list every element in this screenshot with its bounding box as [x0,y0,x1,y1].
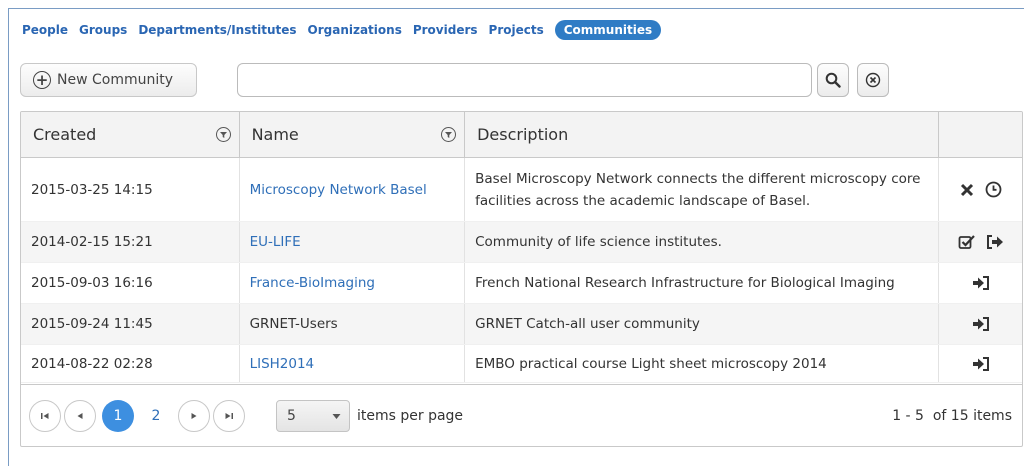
column-description-label: Description [477,125,569,144]
top-nav: People Groups Departments/Institutes Org… [22,19,662,41]
grid-header: Created Name Description [21,112,1022,158]
clear-circle-icon [865,72,881,88]
page-size-value: 5 [287,408,296,424]
checked-box-icon[interactable] [958,234,976,250]
new-community-button[interactable]: + New Community [20,63,197,97]
column-description[interactable]: Description [465,112,940,157]
plus-circle-icon: + [33,71,51,89]
cell-created: 2015-09-24 11:45 [21,304,240,344]
first-page-icon [41,413,49,419]
page-2-button[interactable]: 2 [140,400,172,432]
cell-actions [939,345,1022,382]
cell-description: EMBO practical course Light sheet micros… [465,345,940,382]
nav-communities[interactable]: Communities [554,20,662,40]
cell-created: 2014-02-15 15:21 [21,222,240,262]
filter-icon[interactable] [215,127,231,142]
nav-projects[interactable]: Projects [489,23,544,37]
column-name[interactable]: Name [240,112,466,157]
cell-created: 2014-08-22 02:28 [21,345,240,382]
next-page-button[interactable] [178,400,210,432]
cell-description: GRNET Catch-all user community [465,304,940,344]
first-page-button[interactable] [29,400,61,432]
community-link[interactable]: Microscopy Network Basel [250,182,427,198]
table-row: 2014-02-15 15:21 EU-LIFE Community of li… [21,222,1022,263]
cell-name: France-BioImaging [240,263,466,303]
search-icon [825,72,841,88]
cell-actions [939,263,1022,303]
cell-actions [939,158,1022,221]
pager-info: 1 - 5 of 15 items [892,408,1012,424]
last-page-button[interactable] [213,400,245,432]
column-actions [939,112,1022,157]
cell-name: Microscopy Network Basel [240,158,466,221]
nav-people[interactable]: People [22,23,68,37]
page-size-select[interactable]: 5 [276,400,350,432]
nav-providers[interactable]: Providers [413,23,478,37]
sign-in-icon[interactable] [972,316,990,332]
clock-icon[interactable] [985,181,1002,198]
last-page-icon [225,413,233,419]
table-row: 2015-03-25 14:15 Microscopy Network Base… [21,158,1022,222]
cell-actions [939,304,1022,344]
table-row: 2015-09-03 16:16 France-BioImaging Frenc… [21,263,1022,304]
search-input[interactable] [237,63,812,97]
sign-in-icon[interactable] [972,275,990,291]
nav-groups[interactable]: Groups [79,23,127,37]
items-per-page-label: items per page [357,408,464,424]
sign-in-icon[interactable] [972,356,990,372]
communities-grid: Created Name Description 2015-03-25 14:1… [20,111,1023,447]
new-community-label: New Community [57,72,174,88]
cell-description: French National Research Infrastructure … [465,263,940,303]
nav-organizations[interactable]: Organizations [308,23,402,37]
cell-name: LISH2014 [240,345,466,382]
page-1-button[interactable]: 1 [102,400,134,432]
cell-created: 2015-03-25 14:15 [21,158,240,221]
filter-icon[interactable] [441,127,457,142]
cell-name: EU-LIFE [240,222,466,262]
community-link[interactable]: EU-LIFE [250,234,301,250]
prev-page-icon [77,413,83,419]
chevron-down-icon [332,413,341,419]
column-created-label: Created [33,125,97,144]
community-link[interactable]: LISH2014 [250,356,315,372]
cell-description: Basel Microscopy Network connects the di… [465,158,940,221]
sign-out-icon[interactable] [986,234,1004,250]
cell-created: 2015-09-03 16:16 [21,263,240,303]
cell-name: GRNET-Users [240,304,466,344]
table-row: 2015-09-24 11:45 GRNET-Users GRNET Catch… [21,304,1022,345]
search-button[interactable] [817,63,849,97]
table-row: 2014-08-22 02:28 LISH2014 EMBO practical… [21,345,1022,383]
nav-departments-institutes[interactable]: Departments/Institutes [138,23,296,37]
column-name-label: Name [251,125,299,144]
clear-search-button[interactable] [857,63,889,97]
cell-actions [939,222,1022,262]
cell-description: Community of life science institutes. [465,222,940,262]
community-link[interactable]: France-BioImaging [250,275,375,291]
next-page-icon [191,413,197,419]
pager: 1 2 5 items per page 1 - 5 of 15 items [21,384,1022,446]
toolbar: + New Community [20,63,1020,99]
prev-page-button[interactable] [64,400,96,432]
column-created[interactable]: Created [21,112,240,157]
close-icon[interactable] [959,182,975,198]
